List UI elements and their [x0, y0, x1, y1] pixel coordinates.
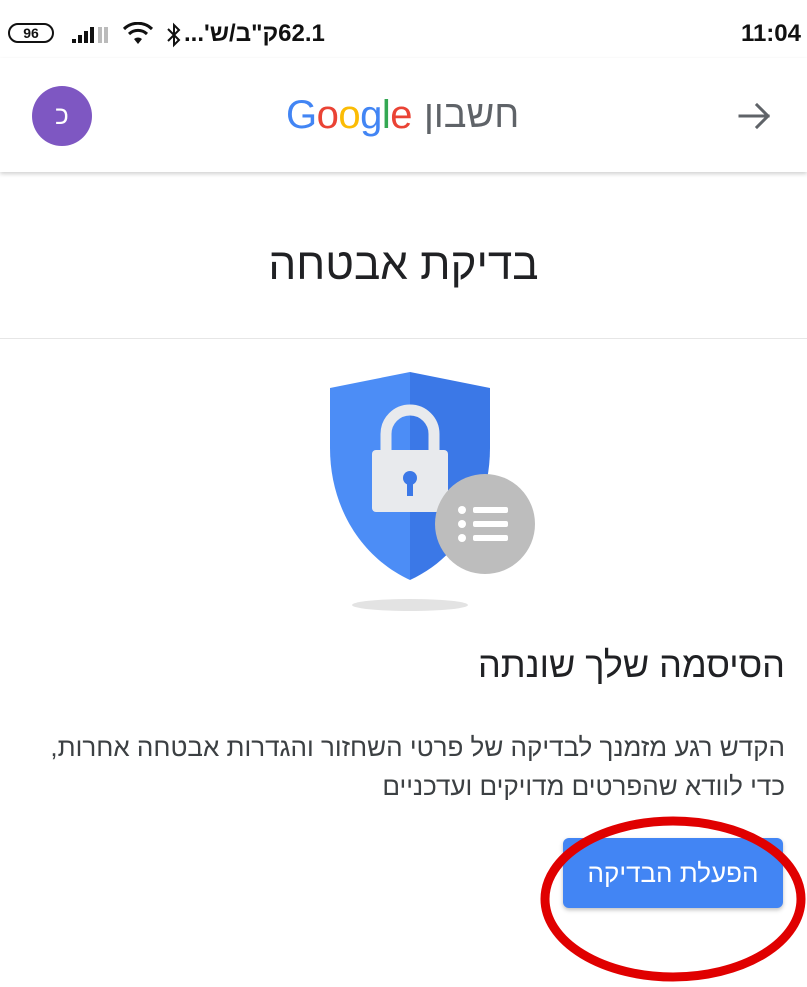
wifi-icon — [122, 22, 154, 44]
avatar[interactable]: כ — [32, 86, 92, 146]
status-bar: 96 62.1ק"ב/ש'... 11:04 — [0, 0, 807, 58]
page-title: בדיקת אבטחה — [268, 240, 539, 289]
signal-icon — [72, 27, 108, 43]
screen: 96 62.1ק"ב/ש'... 11:04 כ Google חשבון בד… — [0, 0, 807, 987]
battery-icon: 96 — [8, 23, 54, 43]
arrow-right-icon[interactable] — [737, 98, 773, 134]
google-logo-letter: e — [390, 92, 413, 137]
battery-level: 96 — [23, 25, 39, 41]
google-logo-letter: o — [316, 92, 339, 137]
status-time: 11:04 — [740, 20, 801, 47]
google-logo-letter: l — [381, 92, 391, 137]
google-logo-letter: g — [360, 92, 382, 137]
shield-lock-list-icon — [330, 372, 535, 611]
google-logo-letter: o — [338, 92, 361, 137]
bluetooth-icon — [167, 22, 181, 48]
card-description: הקדש רגע מזמנך לבדיקה של פרטי השחזור והג… — [50, 732, 785, 801]
card-title: הסיסמה שלך שונתה — [477, 644, 785, 685]
start-check-button[interactable]: הפעלת הבדיקה — [563, 838, 783, 908]
google-logo: Google — [286, 92, 413, 138]
app-bar: כ Google חשבון — [0, 58, 807, 172]
brand-word: חשבון — [424, 93, 520, 136]
title-section: בדיקת אבטחה — [0, 172, 807, 339]
status-carrier-text: 62.1ק"ב/ש'... — [184, 20, 325, 47]
brand-title: Google חשבון — [286, 86, 519, 144]
google-logo-letter: G — [286, 92, 317, 137]
